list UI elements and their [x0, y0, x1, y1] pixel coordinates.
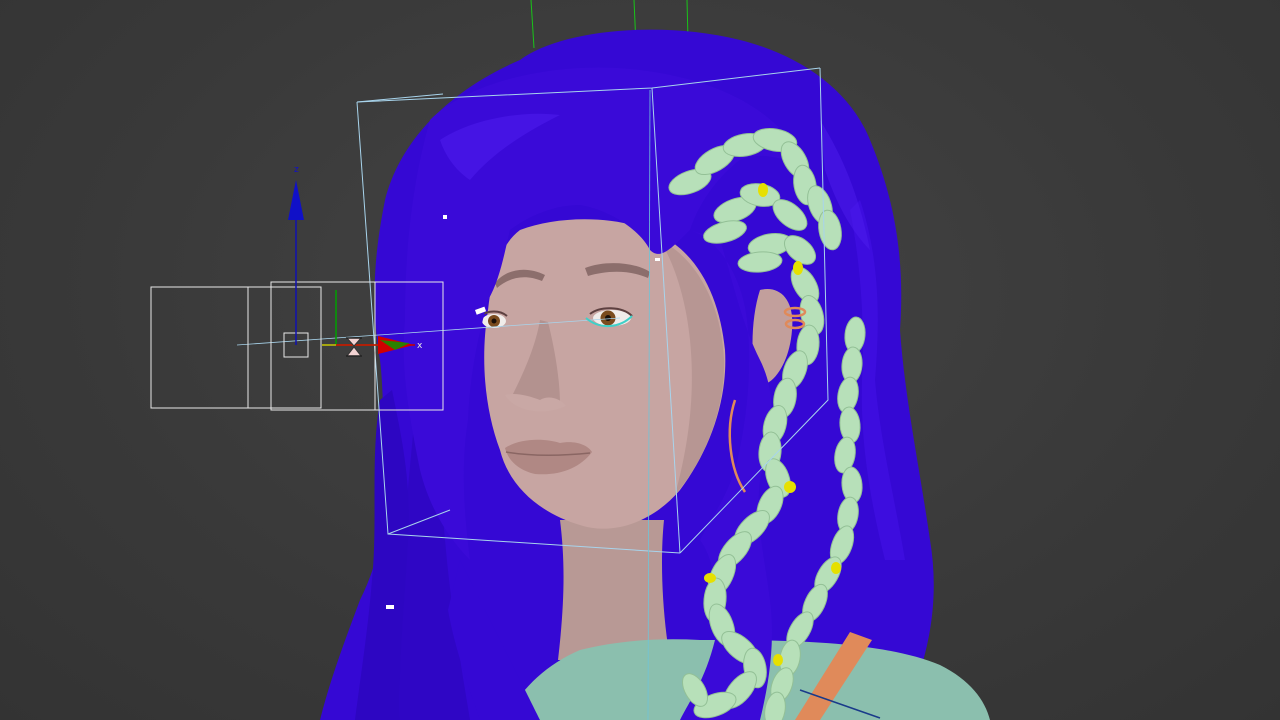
hourglass-light-icon[interactable] [345, 337, 363, 357]
z-axis-arrow-icon[interactable] [288, 180, 304, 220]
z-axis-label: z [294, 165, 299, 175]
3d-viewport[interactable]: z x [0, 0, 1280, 720]
viewport-scene[interactable]: z x [0, 0, 1280, 720]
x-axis-label: x [417, 341, 423, 351]
neck[interactable] [558, 520, 670, 660]
